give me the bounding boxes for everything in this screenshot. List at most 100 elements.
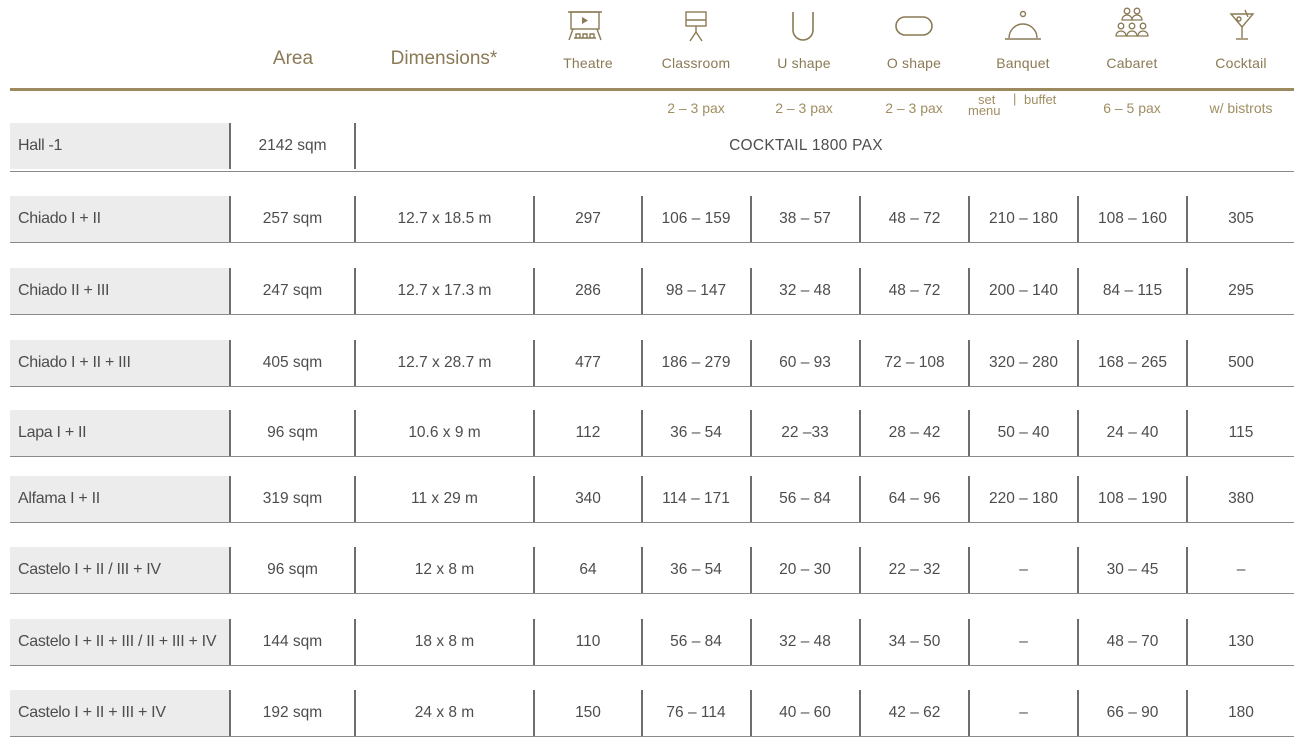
sub-cabaret: 6 – 5 pax <box>1103 100 1161 116</box>
hall-area: 2142 sqm <box>258 137 327 154</box>
sub-oshape: 2 – 3 pax <box>885 100 943 116</box>
room-name: Castelo I + II / III + IV <box>10 547 229 593</box>
row-line <box>10 314 1294 315</box>
sub-cocktail: w/ bistrots <box>1209 100 1273 116</box>
sub-banquet-menu: menu <box>968 103 1001 118</box>
o-shape-icon <box>895 16 933 36</box>
cell-banquet: 320 – 280 <box>989 354 1058 371</box>
cell-dimensions: 12.7 x 28.7 m <box>397 354 492 371</box>
cell-theatre: 340 <box>575 490 601 507</box>
cell-dimensions: 10.6 x 9 m <box>408 424 481 441</box>
cell-cabaret: 48 – 70 <box>1106 633 1159 650</box>
cell-ushape: 60 – 93 <box>779 354 831 371</box>
area-header: Area <box>272 48 314 69</box>
row-line <box>10 593 1294 594</box>
room-name: Castelo I + II + III / II + III + IV <box>10 619 229 665</box>
cell-classroom: 114 – 171 <box>662 490 730 507</box>
cell-classroom: 36 – 54 <box>670 424 722 441</box>
layout-label-cabaret: Cabaret <box>1106 55 1158 71</box>
layout-label-banquet: Banquet <box>996 55 1050 71</box>
cell-oshape: 72 – 108 <box>884 354 945 371</box>
cell-ushape: 38 – 57 <box>779 210 831 227</box>
cell-ushape: 32 – 48 <box>779 282 831 299</box>
cell-area: 247 sqm <box>262 282 323 299</box>
cell-ushape: 32 – 48 <box>779 633 831 650</box>
cell-area: 257 sqm <box>262 210 323 227</box>
cell-oshape: 48 – 72 <box>888 282 941 299</box>
cell-ushape: 56 – 84 <box>779 490 831 507</box>
cell-theatre: 110 <box>575 633 601 650</box>
cell-banquet: 220 – 180 <box>989 490 1058 507</box>
cell-classroom: 98 – 147 <box>665 282 727 299</box>
cell-oshape: 64 – 96 <box>888 490 941 507</box>
layout-label-classroom: Classroom <box>661 55 731 71</box>
dimensions-header: Dimensions* <box>390 48 498 69</box>
cell-cocktail: 180 <box>1228 704 1254 721</box>
cell-theatre: 112 <box>575 424 601 441</box>
cell-classroom: 56 – 84 <box>670 633 722 650</box>
row-line <box>10 522 1294 523</box>
cell-oshape: 42 – 62 <box>888 704 941 721</box>
cell-banquet: 50 – 40 <box>997 424 1050 441</box>
hall-cocktail-note: COCKTAIL 1800 PAX <box>729 137 883 154</box>
cell-cabaret: 108 – 160 <box>1098 210 1167 227</box>
layout-label-oshape: O shape <box>886 55 942 71</box>
row-line <box>10 386 1294 387</box>
cell-oshape: 34 – 50 <box>888 633 941 650</box>
cabaret-icon <box>1115 7 1149 37</box>
cell-theatre: 286 <box>575 282 601 299</box>
cell-oshape: 22 – 32 <box>888 561 941 578</box>
cell-theatre: 477 <box>575 354 601 371</box>
cell-area: 144 sqm <box>262 633 323 650</box>
cell-dimensions: 11 x 29 m <box>411 490 478 507</box>
cell-cabaret: 30 – 45 <box>1106 561 1159 578</box>
cell-theatre: 64 <box>579 561 597 578</box>
cell-area: 192 sqm <box>262 704 323 721</box>
row-line <box>10 242 1294 243</box>
cell-cocktail: 500 <box>1228 354 1254 371</box>
cell-banquet: – <box>1019 633 1028 650</box>
cell-ushape: 22 –33 <box>781 424 829 441</box>
cell-cocktail: 115 <box>1228 424 1254 441</box>
cell-dimensions: 18 x 8 m <box>414 633 475 650</box>
hall-name: Hall -1 <box>10 123 229 169</box>
cell-classroom: 36 – 54 <box>670 561 722 578</box>
cell-area: 96 sqm <box>267 561 318 578</box>
cell-cocktail: 130 <box>1228 633 1254 650</box>
hall-row-line <box>10 171 1294 172</box>
cell-theatre: 150 <box>575 704 601 721</box>
cell-banquet: – <box>1019 704 1028 721</box>
room-name: Castelo I + II + III + IV <box>10 690 229 736</box>
cell-cabaret: 108 – 190 <box>1098 490 1167 507</box>
room-name: Lapa I + II <box>10 410 229 456</box>
cell-cocktail: 295 <box>1228 282 1254 299</box>
row-line <box>10 665 1294 666</box>
sub-banquet-sep: | <box>1013 91 1017 106</box>
row-line <box>10 456 1294 457</box>
cell-area: 319 sqm <box>262 490 323 507</box>
cell-theatre: 297 <box>575 210 601 227</box>
classroom-icon <box>685 11 707 42</box>
cell-dimensions: 12.7 x 17.3 m <box>397 282 492 299</box>
header-divider <box>10 88 1294 91</box>
cell-area: 96 sqm <box>267 424 318 441</box>
room-name: Chiado I + II <box>10 196 229 242</box>
banquet-icon <box>1005 10 1041 40</box>
cell-cocktail: 305 <box>1228 210 1254 227</box>
cell-area: 405 sqm <box>262 354 323 371</box>
room-name: Alfama I + II <box>10 476 229 522</box>
room-name: Chiado I + II + III <box>10 340 229 386</box>
cell-classroom: 186 – 279 <box>661 354 731 371</box>
cell-banquet: – <box>1019 561 1028 578</box>
cell-oshape: 48 – 72 <box>888 210 941 227</box>
layout-label-theatre: Theatre <box>563 55 613 71</box>
cell-banquet: 200 – 140 <box>989 282 1058 299</box>
cocktail-icon <box>1229 9 1255 40</box>
cell-ushape: 20 – 30 <box>779 561 831 578</box>
cell-cocktail: 380 <box>1228 490 1254 507</box>
layout-label-ushape: U shape <box>777 55 831 71</box>
sub-classroom: 2 – 3 pax <box>667 100 725 116</box>
cell-ushape: 40 – 60 <box>779 704 831 721</box>
cell-cabaret: 24 – 40 <box>1106 424 1159 441</box>
sub-ushape: 2 – 3 pax <box>775 100 833 116</box>
